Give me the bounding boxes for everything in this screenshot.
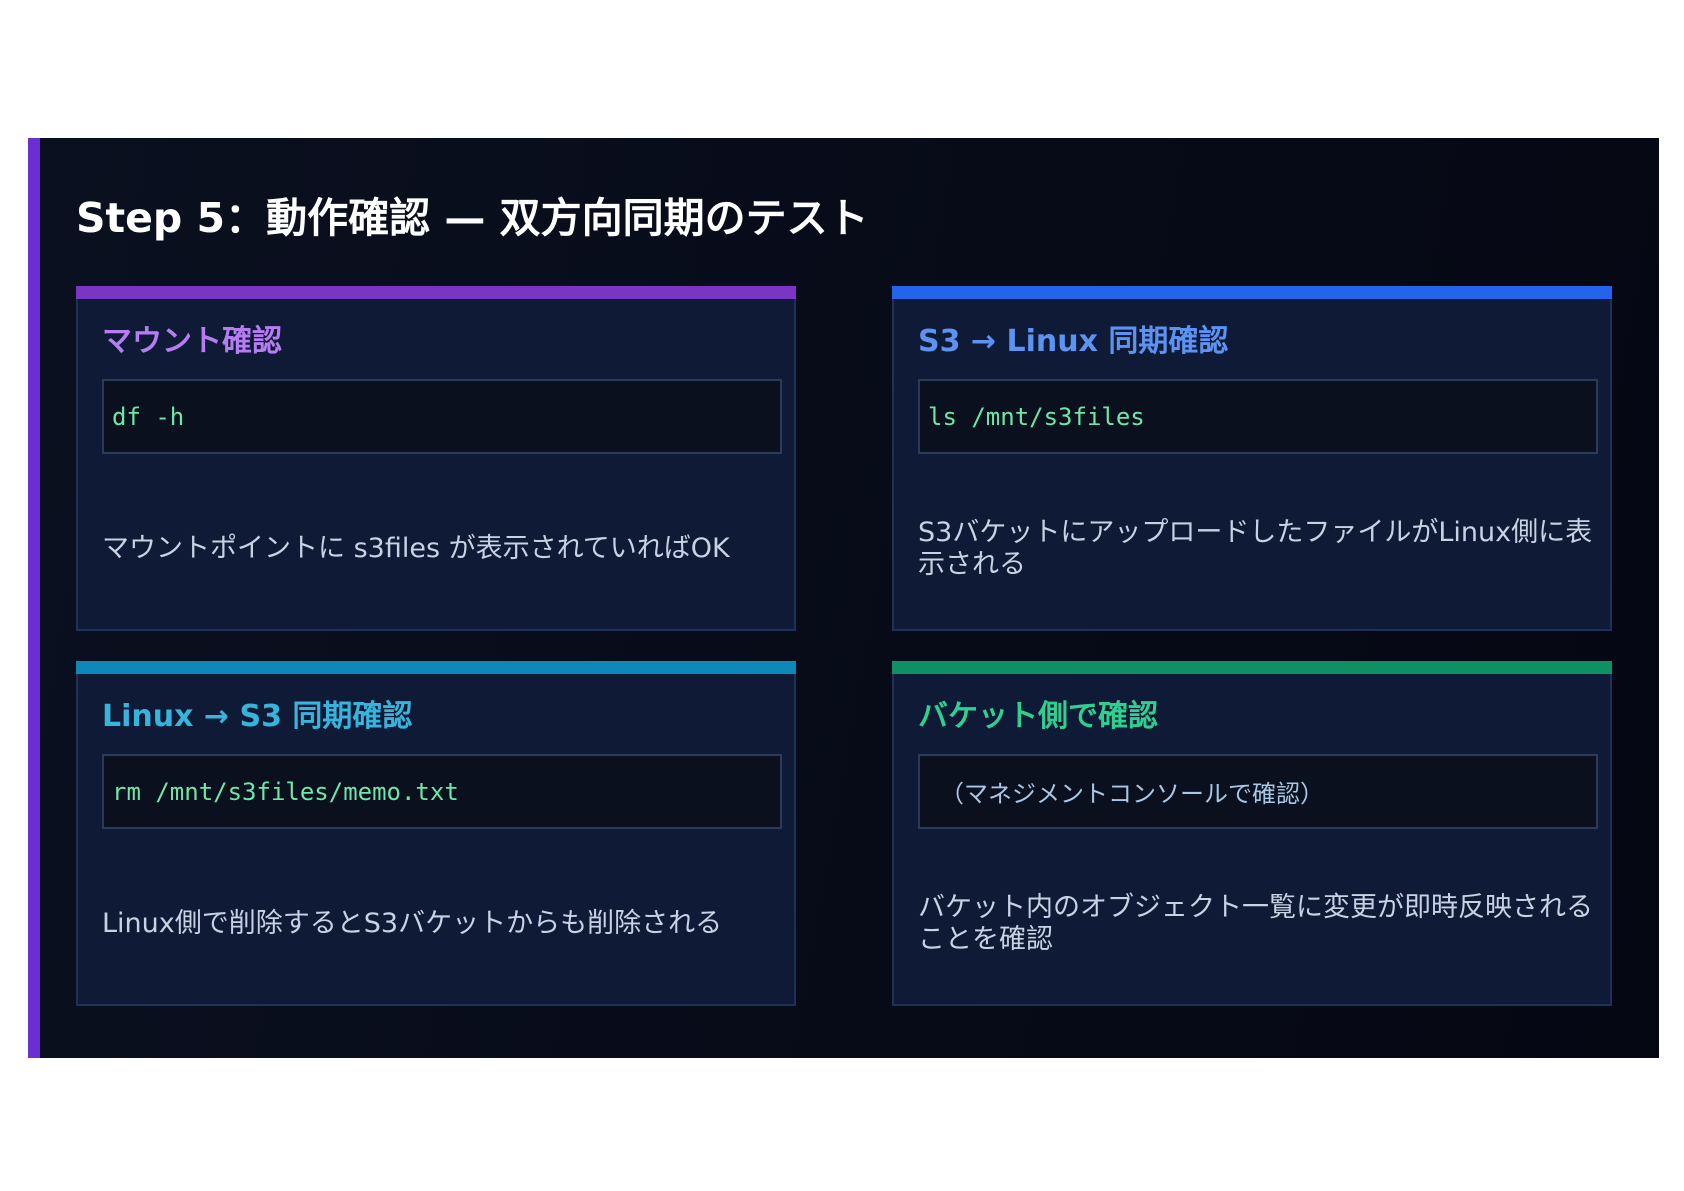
code-block: rm /mnt/s3files/memo.txt — [102, 754, 782, 829]
slide-title: Step 5：動作確認 — 双方向同期のテスト — [76, 194, 869, 242]
card-accent-bar — [76, 661, 796, 674]
code-block: （マネジメントコンソールで確認） — [918, 754, 1598, 829]
card-accent-bar — [76, 286, 796, 299]
card-s3-to-linux: S3 → Linux 同期確認 ls /mnt/s3files S3バケットにア… — [892, 286, 1612, 631]
card-heading: マウント確認 — [102, 324, 282, 359]
code-block: ls /mnt/s3files — [918, 379, 1598, 454]
code-block: df -h — [102, 379, 782, 454]
card-accent-bar — [892, 661, 1612, 674]
slide-accent-bar — [28, 138, 40, 1058]
card-heading: バケット側で確認 — [918, 699, 1158, 734]
card-heading: Linux → S3 同期確認 — [102, 699, 413, 734]
card-accent-bar — [892, 286, 1612, 299]
card-heading: S3 → Linux 同期確認 — [918, 324, 1229, 359]
card-description: S3バケットにアップロードしたファイルがLinux側に表示される — [918, 517, 1593, 580]
card-description: Linux側で削除するとS3バケットからも削除される — [102, 908, 723, 939]
card-bucket-check: バケット側で確認 （マネジメントコンソールで確認） バケット内のオブジェクト一覧… — [892, 661, 1612, 1006]
card-mount-check: マウント確認 df -h マウントポイントに s3files が表示されていれば… — [76, 286, 796, 631]
slide: Step 5：動作確認 — 双方向同期のテスト マウント確認 df -h マウン… — [28, 138, 1659, 1058]
card-description: マウントポイントに s3files が表示されていればOK — [102, 533, 730, 564]
card-description: バケット内のオブジェクト一覧に変更が即時反映されることを確認 — [918, 892, 1593, 955]
card-linux-to-s3: Linux → S3 同期確認 rm /mnt/s3files/memo.txt… — [76, 661, 796, 1006]
